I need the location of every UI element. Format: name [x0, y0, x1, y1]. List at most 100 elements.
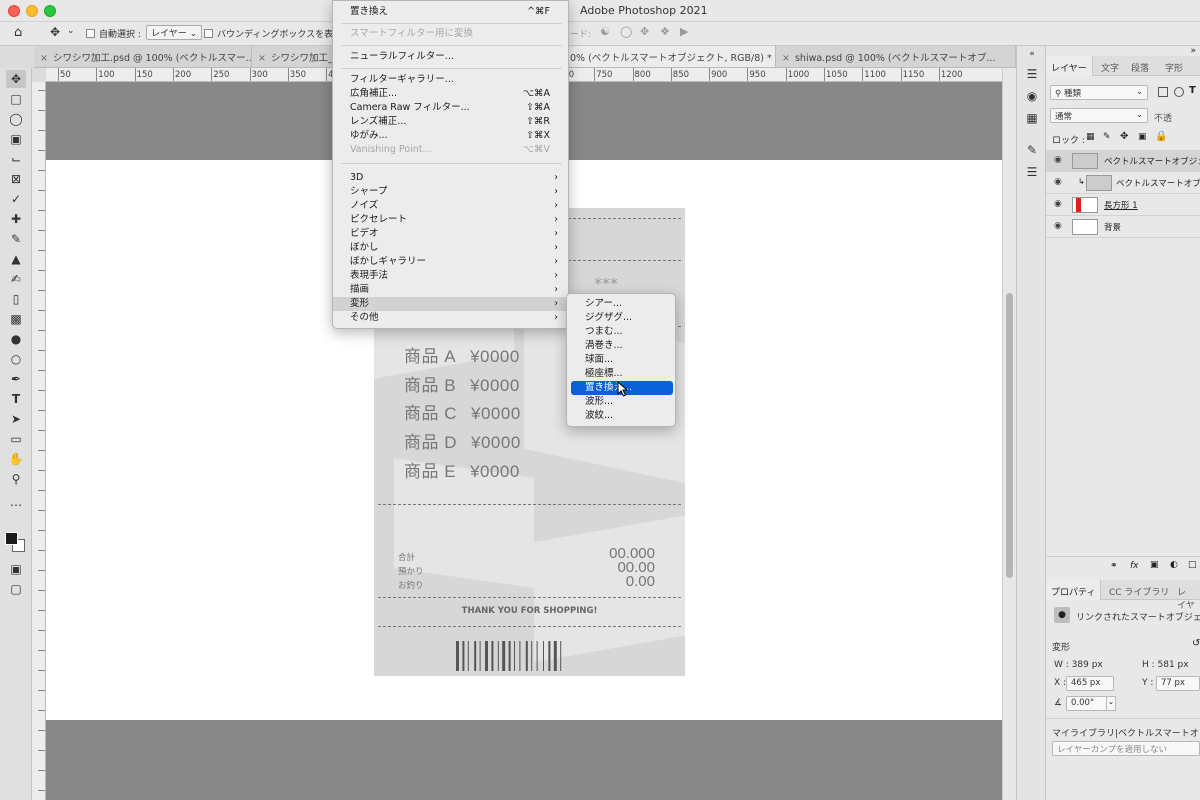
blur-tool-icon[interactable]: ● [6, 330, 26, 348]
bounding-box-checkbox[interactable] [204, 29, 213, 38]
pen-tool-icon[interactable]: ✒ [6, 370, 26, 388]
3d-pan-icon[interactable]: ✥ [640, 25, 649, 38]
submenu-item-spherize[interactable]: 球面... [567, 353, 675, 367]
tab-paragraph[interactable]: 段落 [1126, 56, 1154, 76]
lock-artboard-icon[interactable]: ▣ [1138, 132, 1147, 142]
lock-all-icon[interactable]: 🔒 [1155, 131, 1167, 142]
menu-item-other[interactable]: その他 › [333, 311, 568, 325]
menu-item-blur[interactable]: ぼかし › [333, 241, 568, 255]
layer-row[interactable]: ◉ ベクトルスマートオブジェ [1046, 150, 1200, 172]
menu-item-distort[interactable]: 変形 › [333, 297, 568, 311]
angle-dropdown-icon[interactable]: ⌄ [1106, 696, 1116, 711]
menu-item-neural-filters[interactable]: ニューラルフィルター... [333, 50, 568, 64]
menu-item-filter-gallery[interactable]: フィルターギャラリー... [333, 73, 568, 87]
menu-item-video[interactable]: ビデオ › [333, 227, 568, 241]
menu-item-adaptive-wide-angle[interactable]: 広角補正... ⌥⌘A [333, 87, 568, 101]
3d-orbit-icon[interactable]: ☯ [600, 25, 610, 38]
bounding-box-option[interactable]: バウンディングボックスを表示 [204, 27, 342, 40]
menu-item-render[interactable]: 描画 › [333, 283, 568, 297]
close-tab-icon[interactable]: × [258, 53, 266, 64]
window-minimize-button[interactable] [26, 5, 38, 17]
clone-stamp-tool-icon[interactable]: ▲ [6, 250, 26, 268]
3d-slide-icon[interactable]: ❖ [660, 25, 670, 38]
window-maximize-button[interactable] [44, 5, 56, 17]
filter-type-icon[interactable]: T [1189, 85, 1196, 96]
window-close-button[interactable] [8, 5, 20, 17]
tab-properties[interactable]: プロパティ [1046, 580, 1102, 600]
brushes-icon[interactable]: ✎ [1024, 142, 1040, 158]
submenu-item-zigzag[interactable]: ジグザグ... [567, 311, 675, 325]
fx-icon[interactable]: fx [1130, 561, 1139, 571]
move-tool-icon[interactable]: ✥ [6, 70, 26, 88]
tab-character[interactable]: 文字 [1096, 56, 1124, 76]
visibility-eye-icon[interactable]: ◉ [1054, 199, 1062, 209]
more-tools-icon[interactable]: ⋯ [6, 496, 26, 514]
tab-document-4[interactable]: × shiwa.psd @ 100% (ベクトルスマートオブ... [776, 46, 1016, 67]
object-select-tool-icon[interactable]: ▣ [6, 130, 26, 148]
foreground-color-swatch[interactable] [5, 532, 18, 545]
lock-image-icon[interactable]: ✎ [1103, 132, 1111, 142]
submenu-item-polar-coordinates[interactable]: 極座標... [567, 367, 675, 381]
layer-comp-select[interactable]: レイヤーカンプを適用しない [1052, 741, 1200, 756]
tab-document-2[interactable]: × シワシワ加工_... [252, 46, 334, 67]
submenu-item-shear[interactable]: シアー... [567, 297, 675, 311]
submenu-item-pinch[interactable]: つまむ... [567, 325, 675, 339]
3d-roll-icon[interactable]: ◯ [620, 25, 632, 38]
link-layers-icon[interactable]: ⚭ [1110, 561, 1118, 571]
zoom-tool-icon[interactable]: ⚲ [6, 470, 26, 488]
close-tab-icon[interactable]: × [40, 53, 48, 64]
panel-collapse-icon[interactable]: » [1190, 46, 1196, 56]
rectangle-tool-icon[interactable]: ▭ [6, 430, 26, 448]
tab-layer-comps[interactable]: レイヤ [1172, 580, 1200, 611]
menu-item-noise[interactable]: ノイズ › [333, 199, 568, 213]
eraser-tool-icon[interactable]: ▯ [6, 290, 26, 308]
canvas-scrollbar[interactable] [1002, 68, 1016, 800]
history-icon[interactable]: ☰ [1024, 66, 1040, 82]
menu-item-lens-correction[interactable]: レンズ補正... ⇧⌘R [333, 115, 568, 129]
submenu-item-wave[interactable]: 波形... [567, 395, 675, 409]
healing-brush-tool-icon[interactable]: ✚ [6, 210, 26, 228]
hand-tool-icon[interactable]: ✋ [6, 450, 26, 468]
layer-filter-select[interactable]: ⚲ 種類 ⌄ [1050, 85, 1148, 100]
tool-preset-dropdown[interactable]: ⌄ [67, 26, 75, 36]
visibility-eye-icon[interactable]: ◉ [1054, 177, 1062, 187]
screen-mode-icon[interactable]: ▢ [6, 580, 26, 598]
type-tool-icon[interactable]: T [6, 390, 26, 408]
lock-position-icon[interactable]: ✥ [1120, 131, 1128, 142]
lock-transparent-icon[interactable]: ▦ [1086, 132, 1095, 142]
new-group-icon[interactable]: □ [1188, 560, 1197, 570]
adjustments-icon[interactable]: ☰ [1024, 164, 1040, 180]
menu-item-stylize[interactable]: 表現手法 › [333, 269, 568, 283]
layer-row[interactable]: ◉ ↳ ベクトルスマートオブジェ [1046, 172, 1200, 194]
auto-select-target-select[interactable]: レイヤー ⌄ [146, 25, 203, 40]
color-icon[interactable]: ◉ [1024, 88, 1040, 104]
lasso-tool-icon[interactable]: ◯ [6, 110, 26, 128]
reset-transform-icon[interactable]: ↺ [1192, 638, 1200, 649]
filter-pixel-icon[interactable] [1158, 87, 1168, 97]
dodge-tool-icon[interactable]: ○ [6, 350, 26, 368]
crop-tool-icon[interactable]: ⌙ [6, 150, 26, 168]
move-tool-icon[interactable]: ✥ [50, 25, 60, 39]
filter-adjust-icon[interactable] [1174, 87, 1184, 97]
scrollbar-thumb[interactable] [1006, 293, 1013, 578]
path-select-tool-icon[interactable]: ➤ [6, 410, 26, 428]
adjustment-layer-icon[interactable]: ◐ [1170, 560, 1178, 570]
layer-row[interactable]: ◉ 長方形 1 [1046, 194, 1200, 216]
tab-layers[interactable]: レイヤー [1046, 56, 1093, 76]
menu-item-blur-gallery[interactable]: ぼかしギャラリー › [333, 255, 568, 269]
add-mask-icon[interactable]: ▣ [1150, 560, 1159, 570]
layer-row[interactable]: ◉ 背景 [1046, 216, 1200, 238]
menu-item-3d[interactable]: 3D › [333, 171, 568, 185]
menu-item-liquify[interactable]: ゆがみ... ⇧⌘X [333, 129, 568, 143]
auto-select-option[interactable]: 自動選択 : [86, 27, 141, 40]
y-position-field[interactable]: 77 px [1156, 676, 1200, 691]
tab-glyphs[interactable]: 字形 [1160, 56, 1188, 76]
eyedropper-tool-icon[interactable]: ✓ [6, 190, 26, 208]
menu-item-camera-raw[interactable]: Camera Raw フィルター... ⇧⌘A [333, 101, 568, 115]
home-icon[interactable]: ⌂ [14, 25, 22, 40]
gradient-tool-icon[interactable]: ▩ [6, 310, 26, 328]
visibility-eye-icon[interactable]: ◉ [1054, 155, 1062, 165]
tab-document-active[interactable]: 0% (ベクトルスマートオブジェクト, RGB/8) * [564, 46, 776, 67]
collapse-panels-icon[interactable]: « [1024, 46, 1040, 62]
swatches-icon[interactable]: ▦ [1024, 110, 1040, 126]
